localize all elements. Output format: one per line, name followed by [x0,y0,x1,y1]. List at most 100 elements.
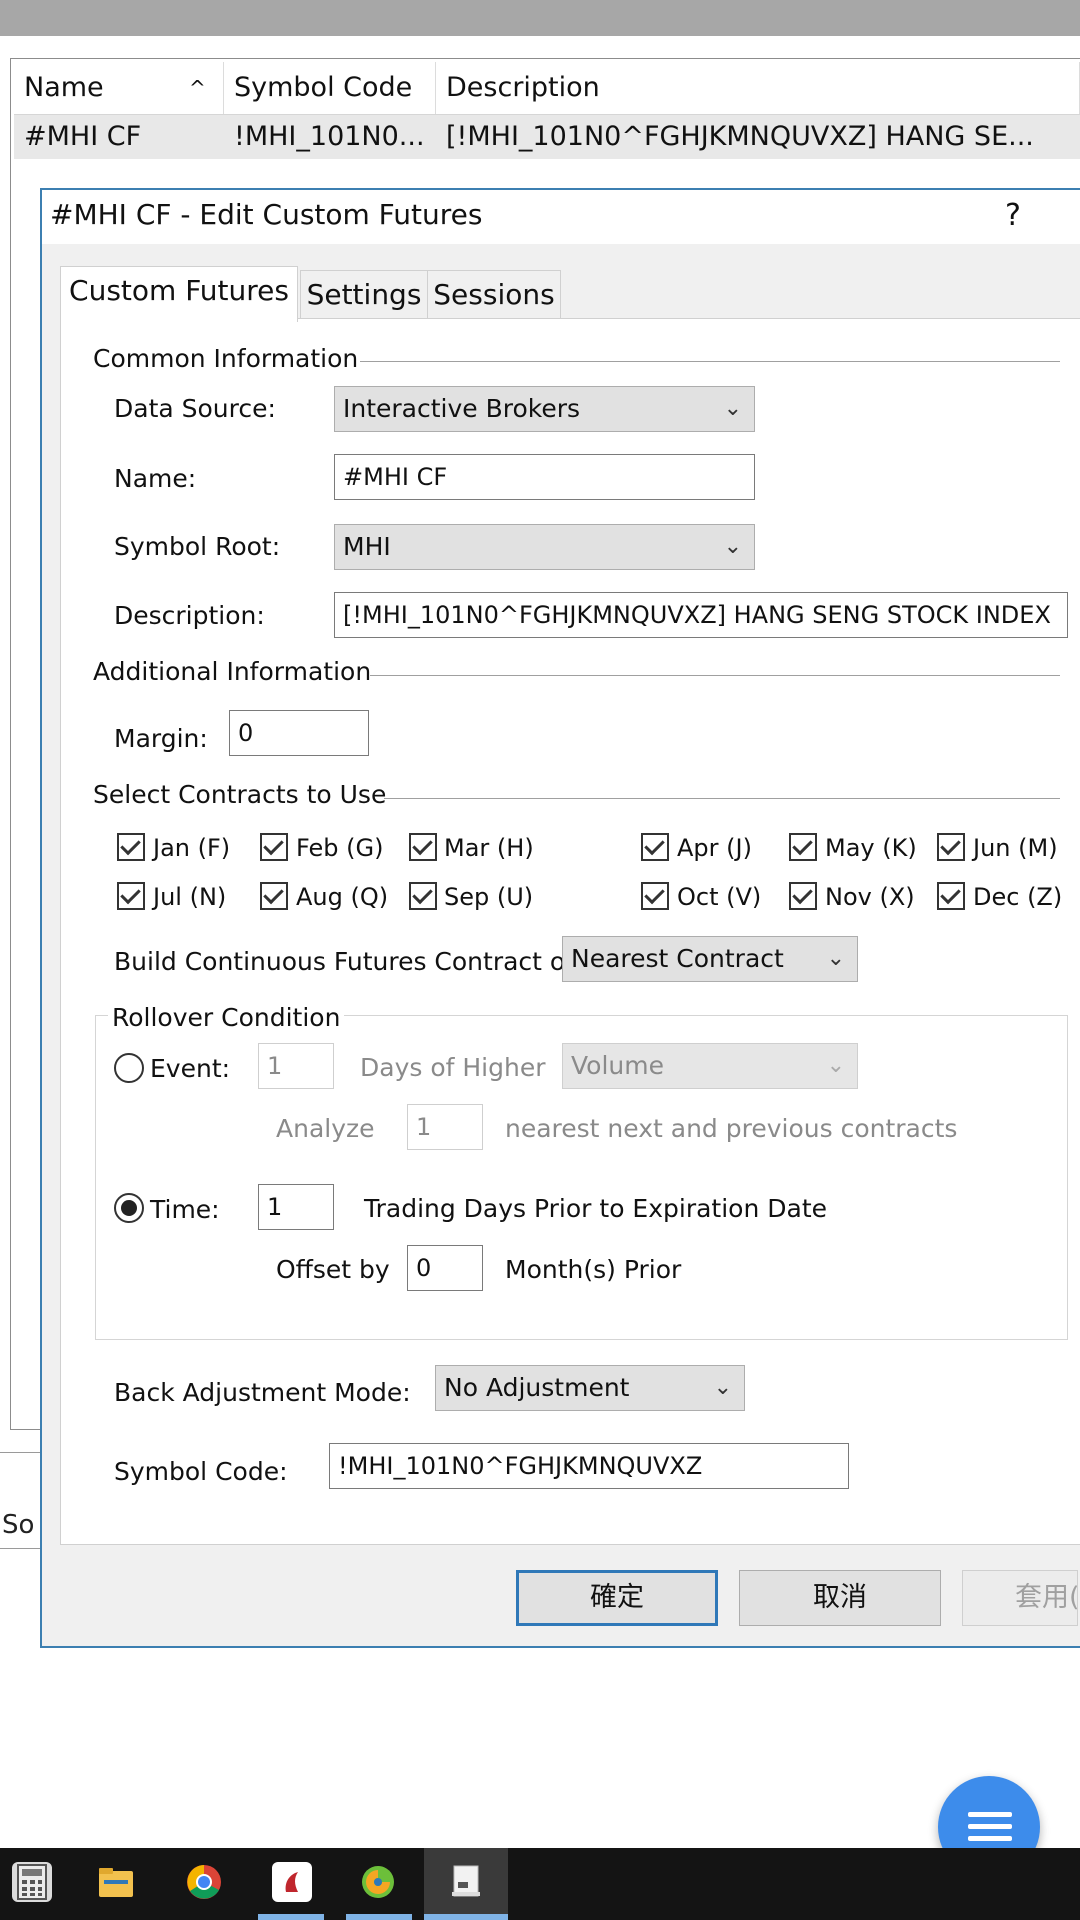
volume-select[interactable]: Volume ⌄ [562,1043,858,1089]
time-days-input[interactable]: 1 [258,1184,334,1230]
chevron-down-icon: ⌄ [826,1053,845,1078]
margin-input[interactable]: 0 [229,710,369,756]
analyze-label: Analyze [276,1114,375,1143]
radio-event[interactable] [114,1053,144,1083]
offset-by-label: Offset by [276,1255,390,1284]
status-text-fragment: So [2,1510,35,1540]
app-red-icon[interactable] [272,1862,312,1902]
radio-time[interactable] [114,1193,144,1223]
back-adjustment-select[interactable]: No Adjustment ⌄ [435,1365,745,1411]
checkbox-jan-label: Jan (F) [153,834,231,862]
months-prior-label: Month(s) Prior [505,1255,682,1284]
checkbox-aug[interactable] [260,882,288,910]
analyze-input[interactable]: 1 [407,1104,483,1150]
checkbox-aug-label: Aug (Q) [296,883,389,911]
cell-description: [!MHI_101N0^FGHJKMNQUVXZ] HANG SE... [446,121,1034,152]
checkbox-mar[interactable] [409,833,437,861]
tab-custom-futures[interactable]: Custom Futures [60,266,298,322]
margin-label: Margin: [114,724,208,753]
apply-button[interactable]: 套用( [962,1570,1078,1626]
cell-name: #MHI CF [24,121,142,152]
checkbox-jul[interactable] [117,882,145,910]
checkbox-sep-label: Sep (U) [444,883,534,911]
back-adjustment-value: No Adjustment [444,1373,630,1402]
description-label: Description: [114,601,265,630]
event-label: Event: [150,1054,231,1083]
nearest-contracts-label: nearest next and previous contracts [505,1114,958,1143]
chrome-icon[interactable] [184,1862,224,1902]
checkbox-feb[interactable] [260,833,288,861]
file-explorer-icon[interactable] [96,1862,136,1902]
checkbox-dec-label: Dec (Z) [973,883,1063,911]
column-name-label: Name [24,72,104,103]
trading-days-label: Trading Days Prior to Expiration Date [364,1194,828,1223]
event-days-input[interactable]: 1 [258,1043,334,1089]
checkbox-dec[interactable] [937,882,965,910]
data-source-value: Interactive Brokers [343,394,581,423]
symbol-root-value: MHI [343,532,391,561]
checkbox-jun-label: Jun (M) [973,834,1058,862]
symbol-code-label: Symbol Code: [114,1457,288,1486]
list-header: Name ^ Symbol Code Description [14,62,1080,115]
symbol-root-select[interactable]: MHI ⌄ [334,524,755,570]
build-continuous-select[interactable]: Nearest Contract ⌄ [562,936,858,982]
build-continuous-label: Build Continuous Futures Contract on: [114,947,590,976]
checkbox-jun[interactable] [937,833,965,861]
checkbox-jan[interactable] [117,833,145,861]
data-source-label: Data Source: [114,394,276,423]
column-header-name[interactable]: Name ^ [14,62,224,114]
tab-sessions[interactable]: Sessions [427,270,561,320]
app-green-icon[interactable] [358,1862,398,1902]
taskbar-active-indicator [258,1914,324,1920]
checkbox-may-label: May (K) [825,834,917,862]
cancel-button[interactable]: 取消 [739,1570,941,1626]
divider [360,361,1060,362]
group-heading-select-contracts: Select Contracts to Use [93,780,387,809]
chevron-down-icon: ⌄ [723,396,742,421]
group-heading-additional-information: Additional Information [93,657,372,686]
tab-settings[interactable]: Settings [300,270,428,320]
name-input[interactable]: #MHI CF [334,454,755,500]
dialog-title: #MHI CF - Edit Custom Futures [50,198,483,231]
table-row[interactable]: #MHI CF !MHI_101N0... [!MHI_101N0^FGHJKM… [14,115,1080,159]
divider [384,798,1060,799]
offset-input[interactable]: 0 [407,1245,483,1291]
ok-button[interactable]: 確定 [516,1570,718,1626]
checkbox-nov-label: Nov (X) [825,883,915,911]
time-label: Time: [150,1195,220,1224]
top-window-bar [0,0,1080,36]
symbol-code-input[interactable]: !MHI_101N0^FGHJKMNQUVXZ [329,1443,849,1489]
checkbox-may[interactable] [789,833,817,861]
group-heading-common-information: Common Information [93,344,359,373]
chevron-down-icon: ⌄ [723,534,742,559]
checkbox-mar-label: Mar (H) [444,834,534,862]
calculator-icon[interactable] [12,1862,52,1902]
divider [0,1452,45,1453]
chevron-down-icon: ⌄ [826,946,845,971]
sort-ascending-icon: ^ [189,76,206,100]
days-of-higher-label: Days of Higher [360,1053,546,1082]
tab-panel [60,318,1080,1545]
divider [0,1548,45,1549]
description-input[interactable]: [!MHI_101N0^FGHJKMNQUVXZ] HANG SENG STOC… [334,592,1068,638]
checkbox-sep[interactable] [409,882,437,910]
checkbox-apr[interactable] [641,833,669,861]
menu-icon [968,1812,1012,1817]
menu-icon [968,1824,1012,1829]
checkbox-oct[interactable] [641,882,669,910]
build-continuous-value: Nearest Contract [571,944,784,973]
menu-icon [968,1836,1012,1841]
app-document-icon[interactable] [446,1862,486,1902]
back-adjustment-label: Back Adjustment Mode: [114,1378,411,1407]
column-header-symbol-code[interactable]: Symbol Code [224,62,436,114]
column-header-description[interactable]: Description [436,62,1080,114]
data-source-select[interactable]: Interactive Brokers ⌄ [334,386,755,432]
checkbox-nov[interactable] [789,882,817,910]
volume-value: Volume [571,1051,664,1080]
symbol-root-label: Symbol Root: [114,532,281,561]
help-button[interactable]: ? [1005,198,1021,233]
taskbar-active-indicator [346,1914,412,1920]
cell-symbol-code: !MHI_101N0... [234,121,425,152]
name-label: Name: [114,464,197,493]
taskbar-active-indicator [424,1914,508,1920]
